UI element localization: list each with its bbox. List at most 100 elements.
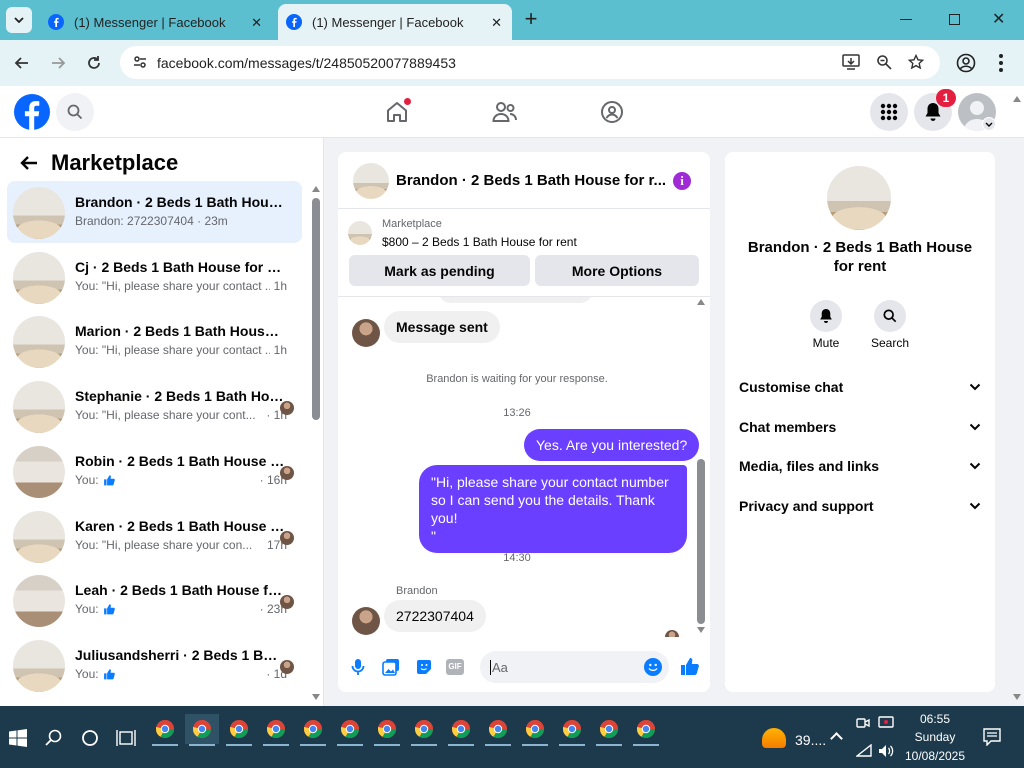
chrome-taskbar-icon[interactable]: [148, 714, 182, 746]
minimize-button[interactable]: [900, 19, 912, 20]
chrome-taskbar-icon[interactable]: [185, 714, 219, 746]
gif-icon[interactable]: GIF: [446, 659, 464, 675]
search-icon[interactable]: [45, 729, 63, 747]
listing-thumbnail[interactable]: [348, 221, 372, 245]
emoji-icon[interactable]: [644, 658, 662, 676]
message-bubble-incoming[interactable]: 2722307404: [384, 600, 486, 632]
windows-start-icon[interactable]: [9, 729, 27, 747]
conversation-item[interactable]: Brandon · 2 Beds 1 Bath House f... Brando…: [7, 181, 302, 243]
details-section[interactable]: Chat members: [739, 415, 981, 439]
screen-record-icon[interactable]: [878, 716, 894, 730]
chrome-taskbar-icon[interactable]: [333, 714, 367, 746]
message-bubble-incoming[interactable]: Message sent: [384, 311, 500, 343]
sticker-icon[interactable]: [415, 658, 433, 676]
details-section[interactable]: Media, files and links: [739, 454, 981, 478]
weather-icon[interactable]: [762, 728, 786, 748]
thread-scrollbar-thumb[interactable]: [697, 459, 705, 624]
thread-scroll-down[interactable]: [697, 627, 705, 633]
forward-arrow-icon[interactable]: [50, 55, 66, 71]
chrome-taskbar-icon[interactable]: [481, 714, 515, 746]
conversation-item[interactable]: Juliusandsherri · 2 Beds 1 Bat... You: · …: [7, 634, 302, 696]
conversation-item[interactable]: Cj · 2 Beds 1 Bath House for rent You: "H…: [7, 246, 302, 308]
sender-avatar[interactable]: [352, 319, 380, 347]
details-avatar[interactable]: [827, 166, 891, 230]
chrome-taskbar-icon[interactable]: [555, 714, 589, 746]
bookmark-star-icon[interactable]: [908, 54, 924, 70]
conversation-item[interactable]: Robin · 2 Beds 1 Bath House f... You: · 1…: [7, 440, 302, 502]
tab-search-button[interactable]: [6, 7, 32, 33]
site-settings-icon[interactable]: [132, 54, 148, 70]
profile-icon[interactable]: [956, 53, 976, 73]
browser-tab-active[interactable]: (1) Messenger | Facebook ✕: [278, 4, 512, 40]
conversation-item[interactable]: Leah · 2 Beds 1 Bath House fo... You: · 2…: [7, 569, 302, 631]
details-section[interactable]: Customise chat: [739, 375, 981, 399]
scrollbar-up-arrow[interactable]: [312, 186, 320, 192]
sender-avatar[interactable]: [352, 607, 380, 635]
conversation-info-button[interactable]: i: [673, 172, 691, 190]
message-bubble-outgoing[interactable]: Yes. Are you interested?: [524, 429, 700, 461]
photo-icon[interactable]: [382, 658, 400, 676]
account-chevron-icon[interactable]: [982, 117, 996, 131]
clock-date[interactable]: 10/08/2025: [900, 749, 970, 763]
friends-icon[interactable]: [492, 100, 518, 124]
chrome-taskbar-icon[interactable]: [222, 714, 256, 746]
chat-title[interactable]: Brandon · 2 Beds 1 Bath House for r...: [396, 172, 666, 189]
seen-avatar: [280, 401, 294, 416]
weather-text[interactable]: 39....: [795, 732, 826, 748]
groups-icon[interactable]: [600, 100, 624, 124]
wifi-icon[interactable]: [856, 744, 872, 758]
details-section[interactable]: Privacy and support: [739, 494, 981, 518]
conversation-item[interactable]: Stephanie · 2 Beds 1 Bath Hou... You: "Hi…: [7, 375, 302, 437]
mute-button[interactable]: [810, 300, 842, 332]
message-input[interactable]: Aa: [480, 651, 669, 683]
omnibox[interactable]: facebook.com/messages/t/2485052007788945…: [120, 46, 940, 79]
menu-button[interactable]: [870, 93, 908, 131]
like-thumb-icon[interactable]: [680, 656, 700, 676]
chrome-taskbar-icon[interactable]: [407, 714, 441, 746]
restore-button[interactable]: [949, 14, 960, 25]
conversation-item[interactable]: Marion · 2 Beds 1 Bath House fo... You: "…: [7, 310, 302, 372]
browser-menu-icon[interactable]: [999, 54, 1003, 72]
page-scroll-down[interactable]: [1013, 694, 1021, 700]
chrome-taskbar-icon[interactable]: [259, 714, 293, 746]
page-scroll-up[interactable]: [1013, 96, 1021, 102]
zoom-icon[interactable]: [876, 54, 892, 70]
scrollbar-thumb[interactable]: [312, 198, 320, 420]
chrome-taskbar-icon[interactable]: [629, 714, 663, 746]
facebook-logo-icon[interactable]: [14, 94, 50, 130]
cortana-icon[interactable]: [81, 729, 99, 747]
conversation-item[interactable]: Karen · 2 Beds 1 Bath House f... You: "Hi…: [7, 505, 302, 567]
chrome-taskbar-icon[interactable]: [518, 714, 552, 746]
new-tab-button[interactable]: +: [520, 8, 542, 32]
action-center-icon[interactable]: [983, 728, 1001, 746]
task-view-icon[interactable]: [116, 729, 136, 747]
clock-time[interactable]: 06:55: [908, 712, 962, 726]
mark-as-pending-button[interactable]: Mark as pending: [349, 255, 530, 286]
clock-day[interactable]: Sunday: [904, 730, 966, 744]
like-thumb-icon: [104, 604, 115, 615]
search-button[interactable]: [56, 93, 94, 131]
search-in-chat-button[interactable]: [874, 300, 906, 332]
microphone-icon[interactable]: [351, 658, 365, 676]
close-tab-icon[interactable]: ✕: [491, 15, 502, 31]
chrome-taskbar-icon[interactable]: [592, 714, 626, 746]
show-hidden-icons[interactable]: [830, 732, 843, 745]
volume-icon[interactable]: [878, 744, 894, 758]
chrome-taskbar-icon[interactable]: [296, 714, 330, 746]
back-arrow-icon[interactable]: [20, 155, 38, 171]
chrome-taskbar-icon[interactable]: [370, 714, 404, 746]
back-arrow-icon[interactable]: [14, 55, 30, 71]
camera-icon[interactable]: [856, 716, 870, 730]
scrollbar-down-arrow[interactable]: [312, 694, 320, 700]
reload-icon[interactable]: [86, 55, 102, 71]
browser-tab[interactable]: (1) Messenger | Facebook ✕: [40, 4, 272, 40]
close-window-button[interactable]: ✕: [992, 9, 1005, 29]
thread-scroll-up[interactable]: [697, 299, 705, 305]
chat-avatar[interactable]: [353, 163, 389, 199]
message-bubble-outgoing[interactable]: "Hi, please share your contact number so…: [419, 465, 687, 553]
install-app-icon[interactable]: [842, 54, 860, 70]
close-tab-icon[interactable]: ✕: [251, 15, 262, 31]
listing-text[interactable]: $800 – 2 Beds 1 Bath House for rent: [382, 235, 577, 249]
more-options-button[interactable]: More Options: [535, 255, 699, 286]
chrome-taskbar-icon[interactable]: [444, 714, 478, 746]
